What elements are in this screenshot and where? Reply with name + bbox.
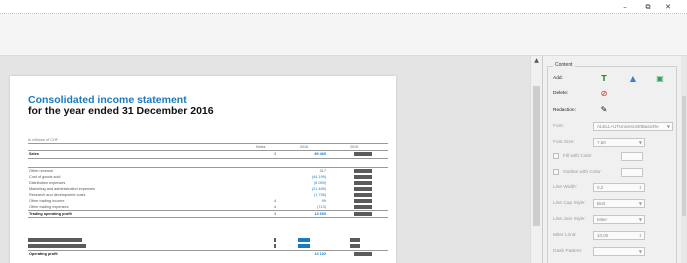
redaction-box[interactable]	[354, 152, 372, 156]
column-2015: 2015	[350, 145, 358, 149]
scrollbar-thumb[interactable]	[682, 96, 686, 216]
add-shape-icon[interactable]: ▣	[654, 73, 666, 84]
document-scrollbar[interactable]: ▲	[530, 56, 542, 263]
redaction-box[interactable]	[354, 212, 372, 216]
redaction-box[interactable]	[350, 238, 360, 242]
panel-scrollbar[interactable]	[681, 56, 687, 263]
redaction-box[interactable]	[28, 238, 82, 242]
font-size-select[interactable]: 7,50 ▼	[593, 138, 645, 147]
line-width-stepper[interactable]: 0,2 ↕	[593, 183, 645, 192]
redaction-box[interactable]	[274, 238, 276, 242]
row-value: 13 102	[314, 252, 326, 256]
redaction-box[interactable]	[274, 244, 276, 248]
redaction-box[interactable]	[354, 199, 372, 203]
outline-color-swatch[interactable]	[621, 168, 643, 177]
redaction-label: Redaction:	[553, 108, 576, 113]
row-label: Sales	[29, 152, 39, 156]
row-note: 3	[274, 152, 277, 156]
chevron-down-icon: ▼	[638, 217, 642, 222]
column-2016: 2016	[300, 145, 308, 149]
minimize-button[interactable]: –	[618, 2, 632, 12]
line-cap-value: Butt	[597, 201, 606, 206]
line-join-label: Line Join Style:	[553, 217, 586, 222]
row-value: 89 469	[314, 152, 326, 156]
miter-limit-value: 10,00	[597, 233, 609, 238]
row-rule	[28, 217, 388, 218]
row-label: Operating profit	[29, 252, 58, 256]
chevron-down-icon: ▼	[666, 124, 670, 129]
line-cap-select[interactable]: Butt ▼	[593, 199, 645, 208]
scroll-up-icon[interactable]: ▲	[531, 56, 542, 66]
font-size-value: 7,50	[597, 140, 606, 145]
table-row: Operating profit 13 102	[28, 251, 388, 257]
properties-panel: Content Add: T ▲ ▣ Delete: ⊘ Redaction: …	[542, 56, 687, 263]
column-notes: Notes	[256, 145, 266, 149]
units-note: In millions of CHF	[28, 138, 58, 142]
redaction-box[interactable]	[354, 252, 372, 256]
dash-pattern-label: Dash Pattern:	[553, 249, 583, 254]
add-image-icon[interactable]: ▲	[627, 73, 639, 84]
fill-color-checkbox[interactable]	[553, 153, 559, 159]
add-label: Add:	[553, 76, 563, 81]
redaction-box[interactable]	[298, 238, 310, 242]
font-label: Font:	[553, 124, 564, 129]
maximize-button[interactable]: ⧉	[641, 2, 655, 12]
title-bar: – ⧉ ✕	[0, 0, 687, 14]
line-join-select[interactable]: Miter ▼	[593, 215, 645, 224]
add-text-icon[interactable]: T	[598, 73, 610, 84]
redaction-box[interactable]	[354, 187, 372, 191]
toolbar-ribbon	[0, 14, 687, 56]
line-cap-label: Line Cap Style:	[553, 201, 586, 206]
document-workspace[interactable]: Consolidated income statement for the ye…	[0, 56, 542, 263]
miter-limit-stepper[interactable]: 10,00 ↕	[593, 231, 645, 240]
redaction-box[interactable]	[350, 244, 360, 248]
content-group-title: Content	[553, 62, 575, 68]
line-join-value: Miter	[597, 217, 607, 222]
row-rule	[28, 158, 388, 159]
redaction-box[interactable]	[354, 181, 372, 185]
chevron-down-icon: ▼	[638, 140, 642, 145]
font-value: ALELL+UTUnivers430BasicRe	[597, 124, 659, 129]
stepper-icon: ↕	[638, 233, 642, 238]
redaction-marker-icon[interactable]: ✎	[598, 104, 610, 115]
delete-icon[interactable]: ⊘	[598, 88, 610, 99]
line-width-label: Line Width:	[553, 185, 577, 190]
font-size-label: Font Size:	[553, 140, 575, 145]
outline-color-checkbox[interactable]	[553, 169, 559, 175]
chevron-down-icon: ▼	[638, 249, 642, 254]
table-row: Sales 3 89 469	[28, 151, 388, 157]
delete-label: Delete:	[553, 91, 569, 96]
dash-pattern-select[interactable]: ▼	[593, 247, 645, 256]
outline-color-label: Outline with Color	[563, 170, 601, 175]
redaction-box[interactable]	[28, 244, 86, 248]
close-button[interactable]: ✕	[661, 2, 675, 12]
redaction-box[interactable]	[354, 169, 372, 173]
fill-color-label: Fill with Color	[563, 154, 592, 159]
pdf-page[interactable]: Consolidated income statement for the ye…	[10, 76, 396, 263]
redaction-box[interactable]	[298, 244, 310, 248]
stepper-icon: ↕	[638, 185, 642, 190]
fill-color-swatch[interactable]	[621, 152, 643, 161]
font-select[interactable]: ALELL+UTUnivers430BasicRe ▼	[593, 122, 673, 131]
line-width-value: 0,2	[597, 185, 604, 190]
redaction-box[interactable]	[354, 175, 372, 179]
header-rule	[28, 143, 388, 144]
chevron-down-icon: ▼	[638, 201, 642, 206]
redaction-box[interactable]	[354, 205, 372, 209]
redaction-box[interactable]	[354, 193, 372, 197]
statement-subtitle: for the year ended 31 December 2016	[28, 105, 214, 117]
scrollbar-thumb[interactable]	[533, 86, 540, 226]
miter-limit-label: Miter Limit:	[553, 233, 577, 238]
